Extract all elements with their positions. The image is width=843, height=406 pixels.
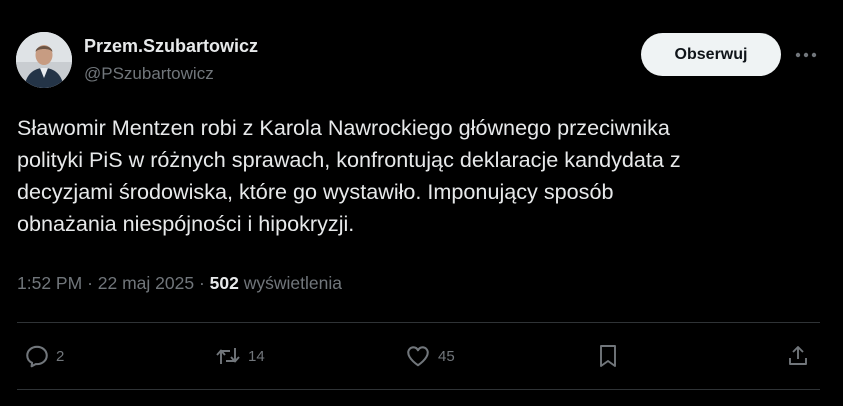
views-label: wyświetlenia [243, 273, 342, 293]
more-horizontal-icon [795, 52, 817, 58]
author-name[interactable]: Przem.Szubartowicz [84, 36, 258, 57]
reply-icon [26, 345, 48, 368]
follow-button[interactable]: Obserwuj [641, 33, 781, 76]
reply-button[interactable]: 2 [24, 342, 64, 370]
repost-icon [216, 348, 240, 364]
reply-count: 2 [56, 347, 65, 365]
tweet-time[interactable]: 1:52 PM [17, 273, 82, 293]
tweet-text: Sławomir Mentzen robi z Karola Nawrockie… [17, 115, 681, 236]
divider [17, 389, 820, 390]
avatar[interactable] [16, 32, 72, 88]
share-icon [789, 346, 807, 365]
views-count: 502 [209, 273, 239, 293]
bookmark-icon [600, 345, 616, 367]
meta-separator: · [198, 273, 210, 293]
repost-count: 14 [248, 347, 265, 365]
more-options-button[interactable] [793, 42, 819, 68]
heart-icon [407, 346, 429, 367]
divider [17, 322, 820, 323]
avatar-image [16, 32, 72, 88]
repost-button[interactable]: 14 [214, 342, 265, 370]
share-button[interactable] [786, 342, 810, 370]
tweet-date[interactable]: 22 maj 2025 [98, 273, 194, 293]
like-count: 45 [438, 347, 455, 365]
author-handle[interactable]: @PSzubartowicz [84, 64, 214, 84]
bookmark-button[interactable] [596, 342, 620, 370]
meta-separator: · [87, 273, 98, 293]
like-button[interactable]: 45 [404, 342, 455, 370]
tweet-meta: 1:52 PM · 22 maj 2025 · 502 wyświetlenia [17, 273, 342, 294]
